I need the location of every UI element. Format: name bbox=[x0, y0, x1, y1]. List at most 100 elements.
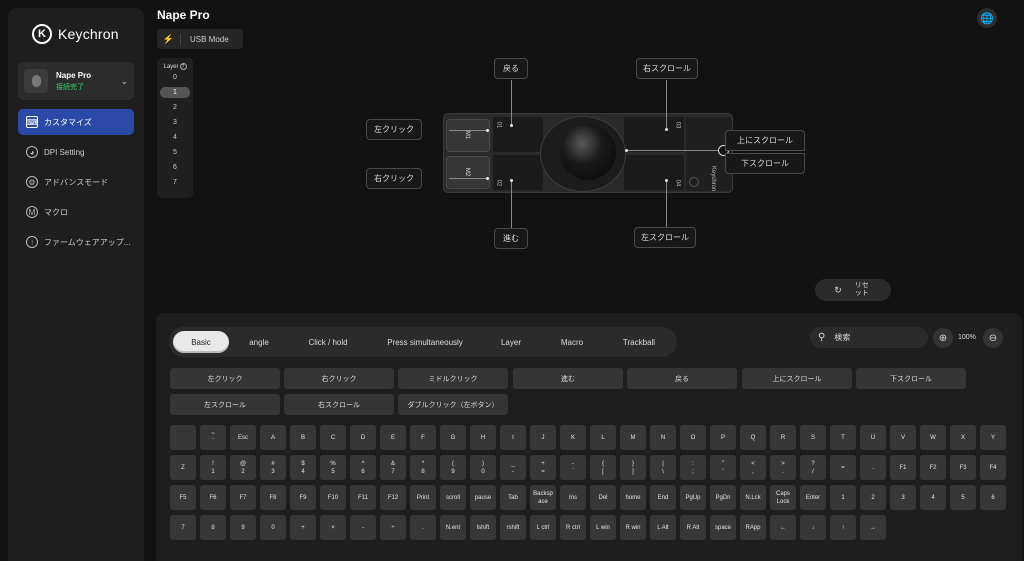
key-button[interactable]: 8 bbox=[200, 515, 226, 540]
key-button[interactable]: J bbox=[530, 425, 556, 450]
key-button[interactable] bbox=[170, 425, 196, 450]
key-button[interactable]: { [ bbox=[590, 455, 616, 480]
key-button[interactable]: * 8 bbox=[410, 455, 436, 480]
key-button[interactable]: . bbox=[860, 455, 886, 480]
key-button[interactable]: ↓ bbox=[800, 515, 826, 540]
device-selector[interactable]: Nape Pro 接続完了 ⌄ bbox=[18, 62, 134, 100]
key-button[interactable]: I bbox=[500, 425, 526, 450]
key-button[interactable]: $ 4 bbox=[290, 455, 316, 480]
key-button[interactable]: 0 bbox=[260, 515, 286, 540]
action-left-click[interactable]: 左クリック bbox=[170, 368, 280, 389]
key-button[interactable]: F5 bbox=[170, 485, 196, 510]
action-scroll-up[interactable]: 上にスクロール bbox=[742, 368, 852, 389]
key-button[interactable]: F12 bbox=[380, 485, 406, 510]
key-button[interactable]: G bbox=[440, 425, 466, 450]
key-button[interactable]: PgDn bbox=[710, 485, 736, 510]
key-button[interactable]: L win bbox=[590, 515, 616, 540]
key-button[interactable]: Y bbox=[980, 425, 1006, 450]
key-button[interactable]: A bbox=[260, 425, 286, 450]
key-button[interactable]: ( 9 bbox=[440, 455, 466, 480]
layer-item-active[interactable]: 1 bbox=[160, 87, 190, 98]
key-button[interactable]: Z bbox=[170, 455, 196, 480]
key-button[interactable]: RApp bbox=[740, 515, 766, 540]
callout-scroll-up[interactable]: 上にスクロール bbox=[725, 130, 805, 151]
key-button[interactable]: R bbox=[770, 425, 796, 450]
sidebar-item-dpi[interactable]: ◕ DPI Setting bbox=[18, 139, 134, 165]
key-button[interactable]: F6 bbox=[200, 485, 226, 510]
key-button[interactable]: ~ ` bbox=[200, 425, 226, 450]
key-button[interactable]: R Alt bbox=[680, 515, 706, 540]
sidebar-item-macro[interactable]: M マクロ bbox=[18, 199, 134, 225]
key-button[interactable]: ^ 6 bbox=[350, 455, 376, 480]
key-button[interactable]: scroll bbox=[440, 485, 466, 510]
key-button[interactable]: home bbox=[620, 485, 646, 510]
layer-item[interactable]: 3 bbox=[160, 115, 190, 130]
key-button[interactable]: ) 0 bbox=[470, 455, 496, 480]
key-button[interactable]: L Alt bbox=[650, 515, 676, 540]
sidebar-item-customize[interactable]: ⌨ カスタマイズ bbox=[18, 109, 134, 135]
key-button[interactable]: M bbox=[620, 425, 646, 450]
key-button[interactable]: F bbox=[410, 425, 436, 450]
key-button[interactable]: L ctrl bbox=[530, 515, 556, 540]
language-globe-icon[interactable]: 🌐 bbox=[977, 8, 997, 28]
key-button[interactable]: F2 bbox=[920, 455, 946, 480]
key-button[interactable]: T bbox=[830, 425, 856, 450]
key-button[interactable]: + = bbox=[530, 455, 556, 480]
callout-forward[interactable]: 進む bbox=[494, 228, 528, 249]
key-button[interactable]: O bbox=[680, 425, 706, 450]
key-button[interactable]: " ' bbox=[710, 455, 736, 480]
key-button[interactable]: Tab bbox=[500, 485, 526, 510]
sidebar-item-firmware[interactable]: ↑ ファームウェアアップ... bbox=[18, 229, 134, 255]
key-button[interactable]: . bbox=[410, 515, 436, 540]
key-button[interactable]: H bbox=[470, 425, 496, 450]
key-button[interactable]: | \ bbox=[650, 455, 676, 480]
layer-item[interactable]: 0 bbox=[160, 70, 190, 85]
zoom-in-icon[interactable]: ⊕ bbox=[933, 328, 953, 348]
tab-press-simultaneously[interactable]: Press simultaneously bbox=[377, 331, 473, 353]
key-button[interactable]: S bbox=[800, 425, 826, 450]
key-button[interactable]: R win bbox=[620, 515, 646, 540]
chevron-down-icon[interactable]: ⌄ bbox=[120, 76, 128, 87]
tab-macro[interactable]: Macro bbox=[551, 331, 593, 353]
tab-angle[interactable]: angle bbox=[239, 331, 279, 353]
action-middle-click[interactable]: ミドルクリック bbox=[398, 368, 508, 389]
help-icon[interactable]: ? bbox=[179, 63, 187, 70]
key-button[interactable]: Esc bbox=[230, 425, 256, 450]
key-button[interactable]: R ctrl bbox=[560, 515, 586, 540]
key-button[interactable]: = bbox=[830, 455, 856, 480]
key-button[interactable]: Enter bbox=[800, 485, 826, 510]
key-button[interactable]: F1 bbox=[890, 455, 916, 480]
key-button[interactable]: × bbox=[320, 515, 346, 540]
key-button[interactable]: F3 bbox=[950, 455, 976, 480]
key-button[interactable]: 4 bbox=[920, 485, 946, 510]
search-box[interactable]: ⚲ bbox=[810, 327, 928, 348]
key-button[interactable]: } ] bbox=[620, 455, 646, 480]
search-input[interactable] bbox=[834, 333, 915, 342]
key-button[interactable]: Caps Lock bbox=[770, 485, 796, 510]
layer-item[interactable]: 5 bbox=[160, 145, 190, 160]
callout-left-click[interactable]: 左クリック bbox=[366, 119, 422, 140]
layer-item[interactable]: 2 bbox=[160, 100, 190, 115]
key-button[interactable]: Backsp ace bbox=[530, 485, 556, 510]
key-button[interactable]: ↑ bbox=[830, 515, 856, 540]
m2-button[interactable]: M2 bbox=[446, 156, 490, 189]
key-button[interactable]: _ - bbox=[500, 455, 526, 480]
key-button[interactable]: PgUp bbox=[680, 485, 706, 510]
callout-back[interactable]: 戻る bbox=[494, 58, 528, 79]
m1-button[interactable]: M1 bbox=[446, 119, 490, 152]
tab-basic[interactable]: Basic bbox=[173, 331, 229, 353]
key-button[interactable]: : ; bbox=[680, 455, 706, 480]
key-button[interactable]: B bbox=[290, 425, 316, 450]
key-button[interactable]: P bbox=[710, 425, 736, 450]
key-button[interactable]: F7 bbox=[230, 485, 256, 510]
key-button[interactable]: X bbox=[950, 425, 976, 450]
reset-button[interactable]: ↻ リセット bbox=[815, 279, 891, 301]
keychron-logo[interactable]: K Keychron bbox=[32, 24, 119, 44]
key-button[interactable]: F4 bbox=[980, 455, 1006, 480]
trackball[interactable] bbox=[560, 124, 616, 180]
action-left-scroll[interactable]: 左スクロール bbox=[170, 394, 280, 415]
action-forward[interactable]: 進む bbox=[513, 368, 623, 389]
key-button[interactable]: → bbox=[860, 515, 886, 540]
key-button[interactable]: < , bbox=[740, 455, 766, 480]
key-button[interactable]: ← bbox=[770, 515, 796, 540]
